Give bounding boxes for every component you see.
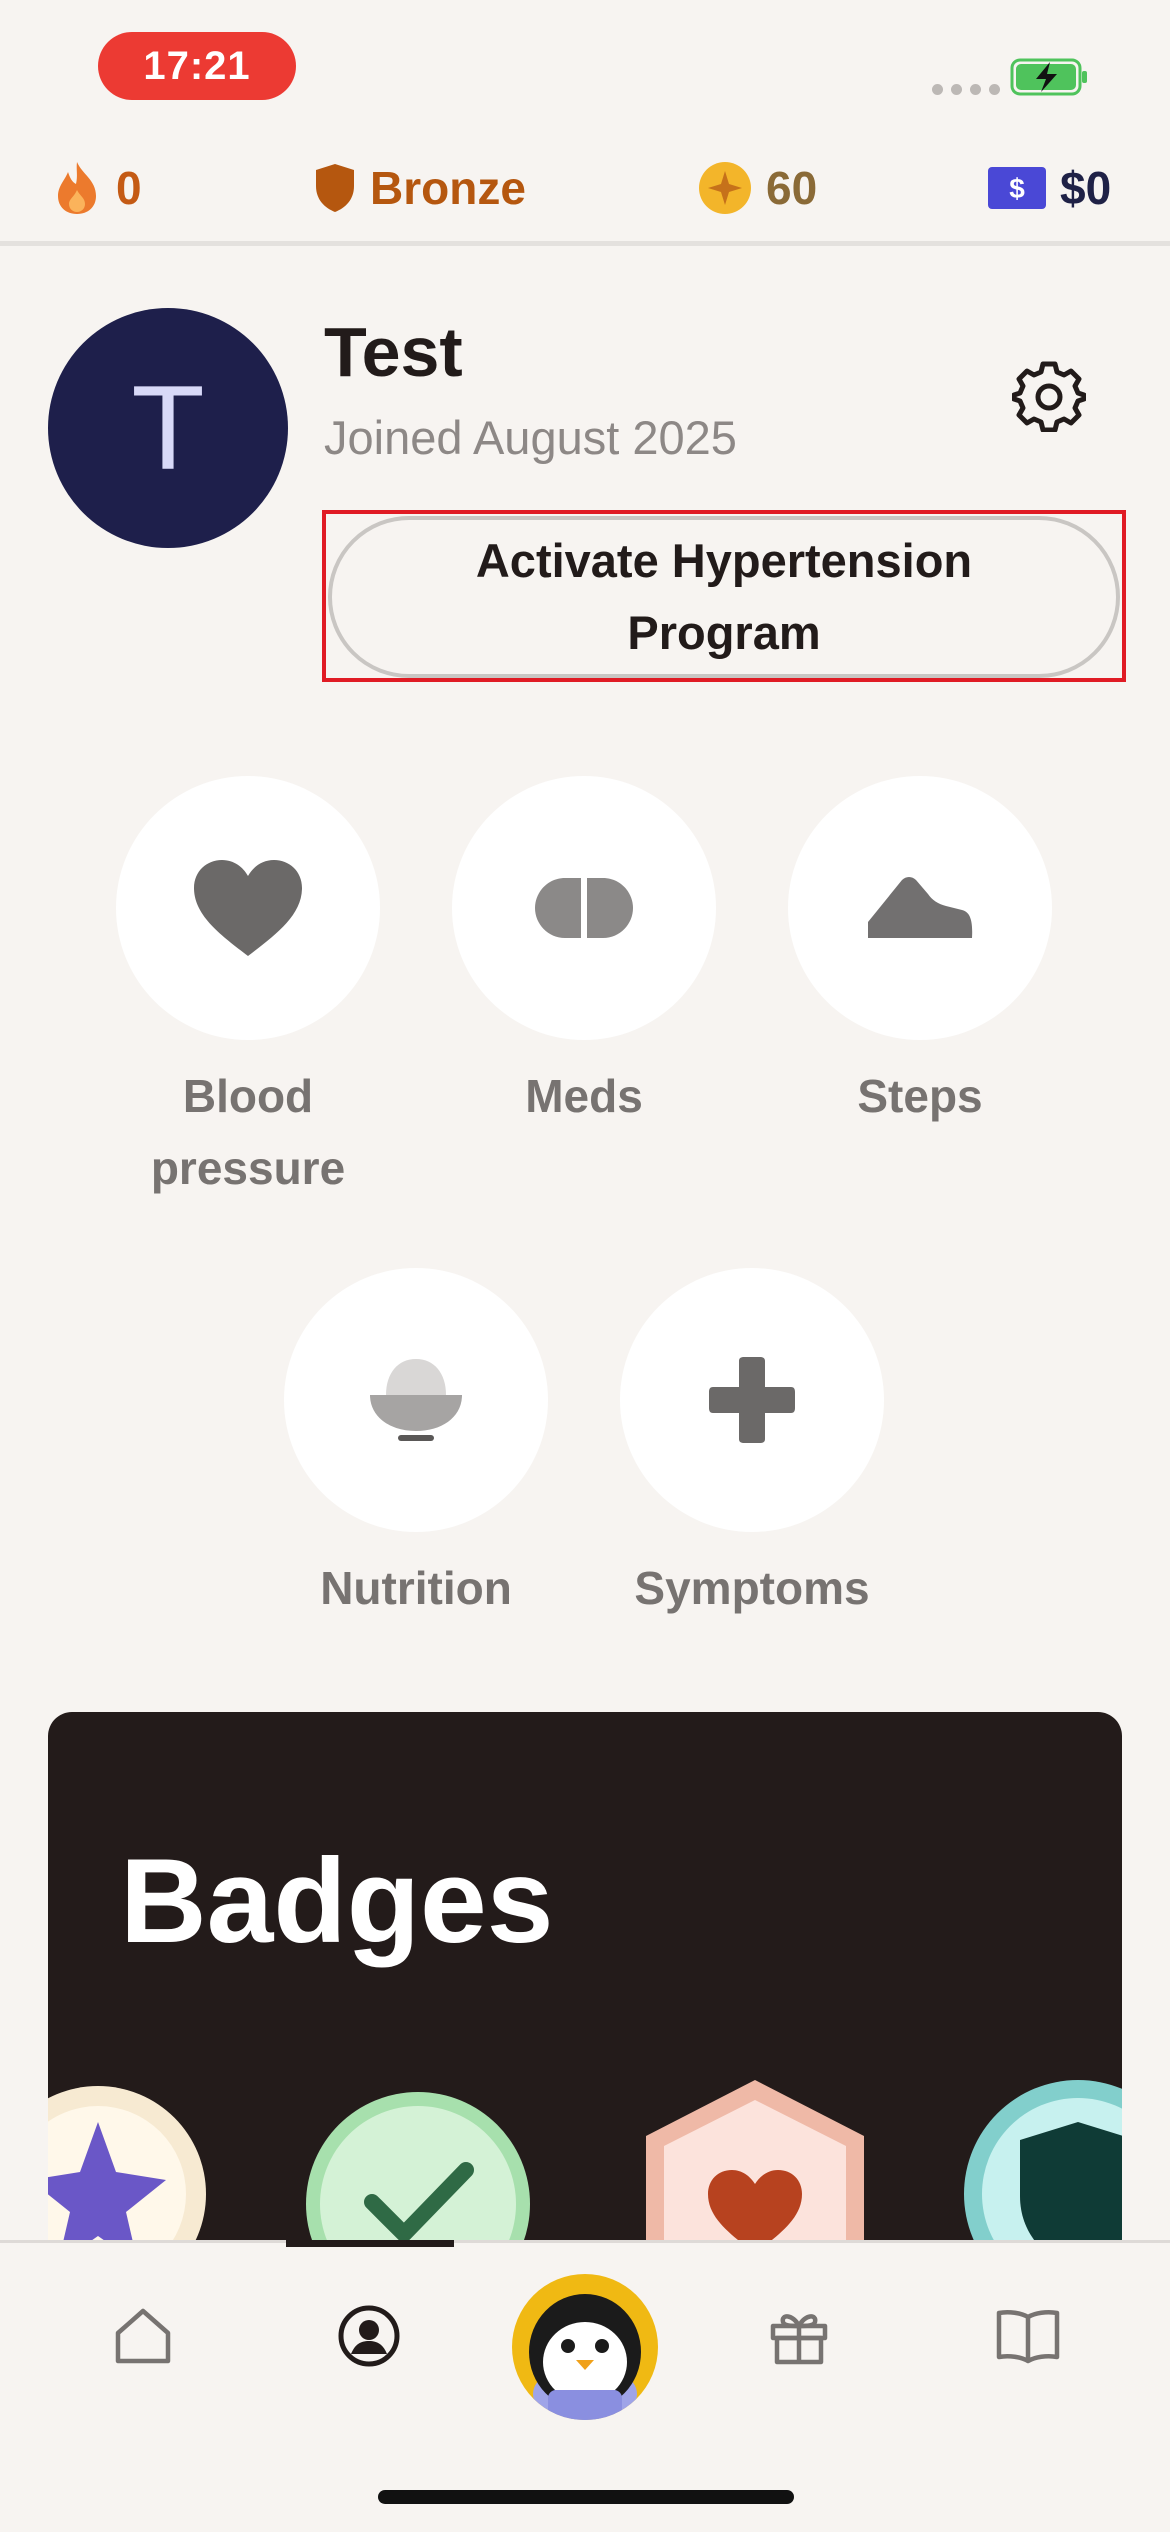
profile-icon bbox=[338, 2305, 400, 2367]
star-badge-icon bbox=[48, 2086, 206, 2242]
flame-icon bbox=[58, 162, 96, 214]
nav-learn[interactable] bbox=[992, 2300, 1064, 2372]
activate-hypertension-program-button[interactable]: Activate Hypertension Program bbox=[328, 516, 1120, 678]
nav-active-indicator bbox=[286, 2240, 454, 2247]
gems-count: 60 bbox=[766, 162, 818, 214]
badges-title: Badges bbox=[120, 1834, 554, 1968]
heart-badge-icon bbox=[646, 2080, 864, 2242]
shield-badge-icon bbox=[964, 2080, 1122, 2242]
tracker-symptoms[interactable]: Symptoms bbox=[620, 1268, 884, 1624]
gems-stat[interactable]: 60 bbox=[698, 158, 817, 218]
signal-dots-icon bbox=[932, 84, 1000, 95]
pill-icon bbox=[535, 878, 633, 938]
tracker-label: Blood pressure bbox=[150, 1070, 346, 1194]
tracker-steps[interactable]: Steps bbox=[788, 776, 1052, 1132]
bowl-icon bbox=[370, 1359, 462, 1441]
plus-icon bbox=[709, 1357, 795, 1443]
dollar-bill-symbol: $ bbox=[1009, 173, 1025, 204]
gem-coin-icon bbox=[699, 162, 751, 214]
avatar[interactable]: T bbox=[48, 308, 288, 548]
cash-stat[interactable]: $ $0 bbox=[988, 158, 1111, 218]
status-bar: 17:21 bbox=[0, 0, 1170, 140]
tracker-blood-pressure[interactable]: Blood pressure bbox=[116, 776, 380, 1204]
nav-home[interactable] bbox=[107, 2300, 179, 2372]
stats-bar: 0 Bronze 60 $ $0 bbox=[0, 140, 1170, 246]
cash-amount: $0 bbox=[1060, 162, 1112, 214]
badges-card[interactable]: Badges bbox=[48, 1712, 1122, 2242]
streak-stat[interactable]: 0 bbox=[52, 158, 142, 218]
penguin-mascot-icon bbox=[529, 2294, 641, 2420]
gift-icon bbox=[770, 2314, 828, 2365]
tracker-meds[interactable]: Meds bbox=[452, 776, 716, 1132]
tracker-nutrition[interactable]: Nutrition bbox=[284, 1268, 548, 1624]
dollar-bill-icon: $ bbox=[988, 167, 1046, 209]
nav-profile[interactable] bbox=[333, 2300, 405, 2372]
tracker-label: Meds bbox=[525, 1070, 643, 1122]
shoe-icon bbox=[868, 877, 973, 938]
tracker-label: Symptoms bbox=[634, 1562, 870, 1614]
book-icon bbox=[996, 2309, 1060, 2364]
joined-date: Joined August 2025 bbox=[324, 411, 737, 464]
tracker-label: Steps bbox=[857, 1070, 983, 1122]
mascot-icon[interactable] bbox=[512, 2274, 658, 2420]
shield-icon bbox=[316, 164, 354, 212]
battery-charging-icon bbox=[1010, 58, 1087, 96]
check-badge-icon bbox=[306, 2092, 530, 2242]
league-name: Bronze bbox=[370, 162, 526, 214]
streak-count: 0 bbox=[116, 162, 142, 214]
home-indicator bbox=[378, 2490, 794, 2504]
user-name: Test bbox=[324, 313, 463, 391]
nav-rewards[interactable] bbox=[763, 2300, 835, 2372]
status-time: 17:21 bbox=[98, 32, 296, 100]
league-stat[interactable]: Bronze bbox=[314, 158, 526, 218]
heart-icon bbox=[194, 860, 302, 956]
home-icon bbox=[115, 2308, 171, 2364]
gear-icon[interactable] bbox=[1012, 358, 1086, 432]
tracker-label: Nutrition bbox=[320, 1562, 512, 1614]
